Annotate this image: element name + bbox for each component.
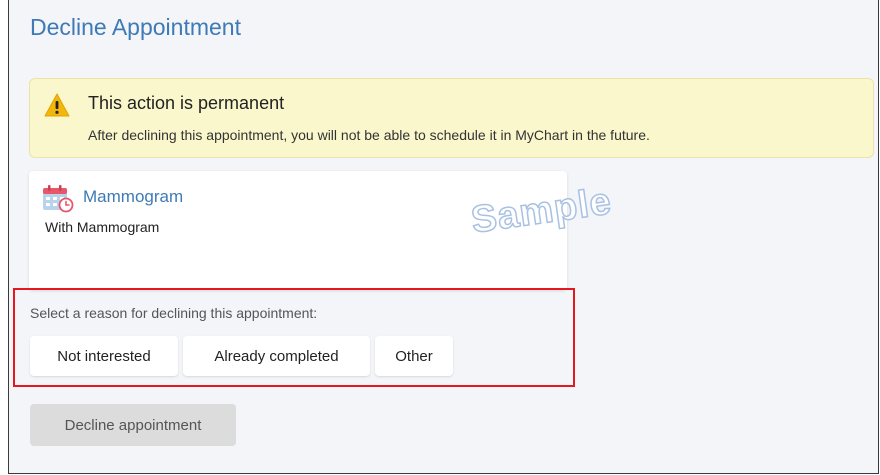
decline-appointment-panel: Decline Appointment This action is perma…	[8, 0, 879, 474]
warning-message: After declining this appointment, you wi…	[88, 127, 650, 143]
page-title: Decline Appointment	[30, 14, 241, 40]
reason-option-already-completed[interactable]: Already completed	[183, 336, 370, 376]
reason-option-not-interested[interactable]: Not interested	[30, 336, 178, 376]
decline-appointment-button[interactable]: Decline appointment	[30, 404, 236, 446]
reason-option-other[interactable]: Other	[375, 336, 453, 376]
warning-title: This action is permanent	[88, 93, 285, 113]
calendar-icon	[43, 185, 74, 213]
warning-banner: This action is permanent After declining…	[29, 78, 874, 158]
warning-icon	[44, 93, 70, 117]
appointment-name-link[interactable]: Mammogram	[83, 187, 183, 207]
reason-prompt: Select a reason for declining this appoi…	[30, 305, 318, 321]
appointment-provider: With Mammogram	[45, 219, 160, 235]
